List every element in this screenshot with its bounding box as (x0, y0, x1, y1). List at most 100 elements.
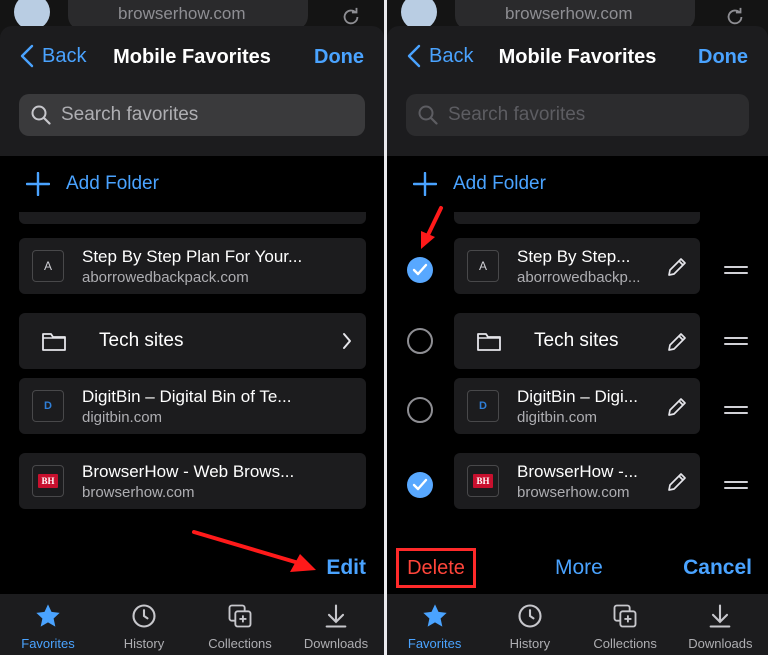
reload-icon[interactable] (340, 6, 362, 28)
favicon-text: BH (38, 474, 58, 488)
favicon: BH (32, 465, 64, 497)
pencil-icon[interactable] (666, 396, 688, 418)
tab-label: History (509, 636, 551, 651)
done-button[interactable]: Done (314, 46, 364, 69)
tab-favorites[interactable]: Favorites (0, 594, 96, 655)
chevron-left-icon (407, 44, 421, 68)
folder-item-tech-sites[interactable]: Tech sites (19, 313, 366, 369)
url-text: browserhow.com (505, 4, 633, 23)
selection-checkbox-checked[interactable] (407, 257, 433, 283)
back-label: Back (42, 44, 87, 67)
search-input[interactable] (61, 104, 341, 126)
bookmark-title: DigitBin – Digi... (517, 386, 638, 406)
back-button[interactable]: Back (20, 44, 86, 68)
tab-history[interactable]: History (96, 594, 192, 655)
list-item[interactable]: D DigitBin – Digital Bin of Te... digitb… (19, 378, 366, 434)
reorder-handle-icon[interactable] (724, 481, 748, 491)
list-item[interactable]: D DigitBin – Digi... digitbin.com (454, 378, 700, 434)
list-item[interactable]: BH BrowserHow - Web Brows... browserhow.… (19, 453, 366, 509)
panel-favorites-edit: browserhow.com Back Mobile Favorites Don… (387, 0, 768, 655)
pencil-icon[interactable] (666, 256, 688, 278)
favorites-list: A Step By Step Plan For Your... aborrowe… (0, 212, 384, 522)
tab-label: History (123, 636, 165, 651)
tab-downloads[interactable]: Downloads (288, 594, 384, 655)
tab-favorites[interactable]: Favorites (387, 594, 482, 655)
bookmark-title: Step By Step Plan For Your... (82, 246, 303, 266)
edit-button[interactable]: Edit (326, 556, 366, 580)
plus-icon (26, 172, 50, 196)
star-icon (36, 604, 60, 627)
selection-checkbox-checked[interactable] (407, 472, 433, 498)
more-button[interactable]: More (555, 556, 603, 580)
tab-label: Collections (208, 636, 272, 651)
favorites-sheet-header: Back Mobile Favorites Done (0, 26, 384, 156)
delete-button[interactable]: Delete (396, 548, 476, 588)
bookmark-title: BrowserHow - Web Brows... (82, 461, 295, 481)
tab-label: Downloads (303, 636, 369, 651)
selection-checkbox[interactable] (407, 397, 433, 423)
star-icon (422, 604, 447, 627)
tab-label: Collections (593, 636, 657, 651)
download-icon (325, 604, 347, 628)
done-button[interactable]: Done (698, 46, 748, 69)
reorder-handle-icon[interactable] (724, 337, 748, 347)
plus-icon (413, 172, 437, 196)
checkmark-icon (412, 478, 428, 491)
add-folder-button[interactable]: Add Folder (413, 172, 546, 196)
selection-checkbox[interactable] (407, 328, 433, 354)
back-label: Back (429, 44, 474, 67)
favorites-sheet-header: Back Mobile Favorites Done (387, 26, 768, 156)
bookmark-url: browserhow.com (82, 483, 195, 501)
reorder-handle-icon[interactable] (724, 406, 748, 416)
history-icon (518, 604, 542, 628)
nav-bar: Back Mobile Favorites Done (387, 40, 768, 76)
tab-history[interactable]: History (482, 594, 577, 655)
reorder-handle-icon[interactable] (724, 266, 748, 276)
favicon: D (32, 390, 64, 422)
bookmark-url: digitbin.com (82, 408, 163, 426)
add-folder-label: Add Folder (453, 173, 546, 194)
reload-icon[interactable] (724, 6, 746, 28)
pencil-icon[interactable] (666, 471, 688, 493)
bottom-tab-bar: Favorites History Collections Downloads (387, 594, 768, 655)
tab-label: Favorites (21, 636, 75, 651)
back-button[interactable]: Back (407, 44, 473, 68)
add-folder-label: Add Folder (66, 173, 159, 194)
bookmark-url: aborrowedbackp... (517, 268, 641, 286)
collections-icon (613, 604, 637, 628)
tab-collections[interactable]: Collections (192, 594, 288, 655)
tab-downloads[interactable]: Downloads (673, 594, 768, 655)
cancel-button[interactable]: Cancel (683, 556, 752, 580)
chevron-right-icon (343, 333, 351, 349)
history-icon (132, 604, 156, 628)
bookmark-url: browserhow.com (517, 483, 630, 501)
list-item[interactable] (19, 212, 366, 224)
favicon: A (32, 250, 64, 282)
bookmark-url: aborrowedbackpack.com (82, 268, 249, 286)
list-item[interactable]: A Step By Step Plan For Your... aborrowe… (19, 238, 366, 294)
search-bar (406, 94, 749, 136)
folder-title: Tech sites (99, 330, 184, 351)
bookmark-url: digitbin.com (517, 408, 598, 426)
list-item[interactable]: A Step By Step... aborrowedbackp... (454, 238, 700, 294)
pencil-icon[interactable] (666, 331, 688, 353)
list-item[interactable] (454, 212, 700, 224)
favicon: A (467, 250, 499, 282)
nav-bar: Back Mobile Favorites Done (0, 40, 384, 76)
tab-collections[interactable]: Collections (578, 594, 673, 655)
folder-icon (42, 333, 66, 351)
tab-label: Downloads (688, 636, 753, 651)
search-input (448, 104, 728, 126)
search-bar[interactable] (19, 94, 365, 136)
folder-item-tech-sites[interactable]: Tech sites (454, 313, 700, 369)
action-bar: Delete More Cancel (387, 548, 768, 588)
folder-title: Tech sites (534, 330, 619, 351)
list-item[interactable]: BH BrowserHow -... browserhow.com (454, 453, 700, 509)
action-bar: Edit (0, 548, 384, 588)
favorites-list: A Step By Step... aborrowedbackp... Tech… (387, 212, 768, 522)
bottom-tab-bar: Favorites History Collections Downloads (0, 594, 384, 655)
favicon-text: BH (473, 474, 493, 488)
favicon: D (467, 390, 499, 422)
search-icon (31, 105, 51, 125)
add-folder-button[interactable]: Add Folder (26, 172, 159, 196)
